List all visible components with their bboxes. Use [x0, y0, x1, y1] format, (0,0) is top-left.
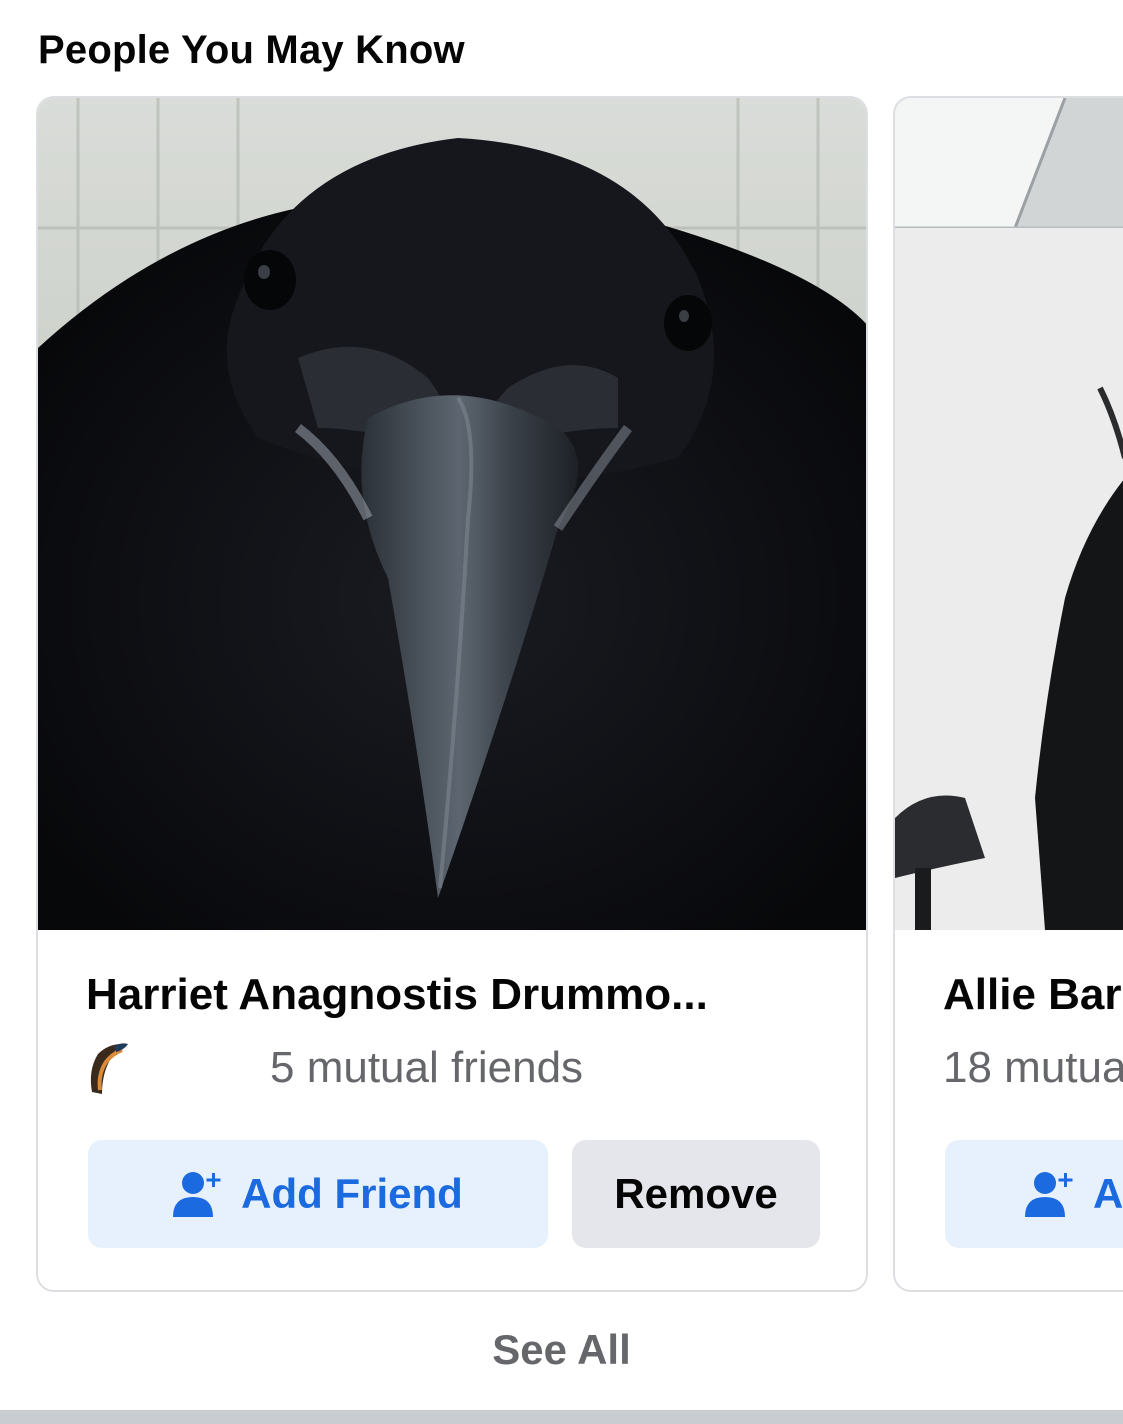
remove-label: Remove: [614, 1170, 778, 1217]
mutual-friend-avatar-icon: [90, 1043, 128, 1094]
add-friend-icon: [173, 1172, 221, 1217]
add-friend-button[interactable]: Add Friend: [88, 1140, 548, 1248]
redacted-mutual-friend: [140, 1043, 270, 1093]
see-all-link[interactable]: See All: [0, 1326, 1123, 1374]
suggested-person-name[interactable]: Allie Bar: [943, 970, 1122, 1020]
mutual-friends-count: 5 mutual friends: [270, 1043, 584, 1092]
add-friend-button[interactable]: Ad: [945, 1140, 1123, 1248]
crow-photo-icon: [38, 98, 866, 930]
suggestion-card[interactable]: Harriet Anagnostis Drummo... 5 mutual fr…: [36, 96, 868, 1292]
mutual-friends-row[interactable]: 18 mutua: [943, 1040, 1123, 1096]
suggested-person-name[interactable]: Harriet Anagnostis Drummo...: [86, 970, 708, 1020]
profile-photo[interactable]: [38, 98, 866, 930]
mutual-friends-count: 18 mutua: [943, 1043, 1123, 1092]
section-title: People You May Know: [38, 28, 465, 72]
person-photo-icon: [895, 98, 1123, 930]
suggestion-card[interactable]: Allie Bar 18 mutua Ad: [893, 96, 1123, 1292]
add-friend-icon: [1025, 1172, 1073, 1217]
profile-photo[interactable]: [895, 98, 1123, 930]
section-divider: [0, 1410, 1123, 1424]
add-friend-label: Add Friend: [241, 1170, 463, 1217]
mutual-friends-row[interactable]: 5 mutual friends: [86, 1040, 583, 1096]
remove-button[interactable]: Remove: [572, 1140, 820, 1248]
suggestions-carousel[interactable]: Harriet Anagnostis Drummo... 5 mutual fr…: [0, 96, 1123, 1296]
people-you-may-know-module: People You May Know Harriet Anagnostis D…: [0, 0, 1123, 1424]
add-friend-label: Ad: [1093, 1170, 1123, 1217]
